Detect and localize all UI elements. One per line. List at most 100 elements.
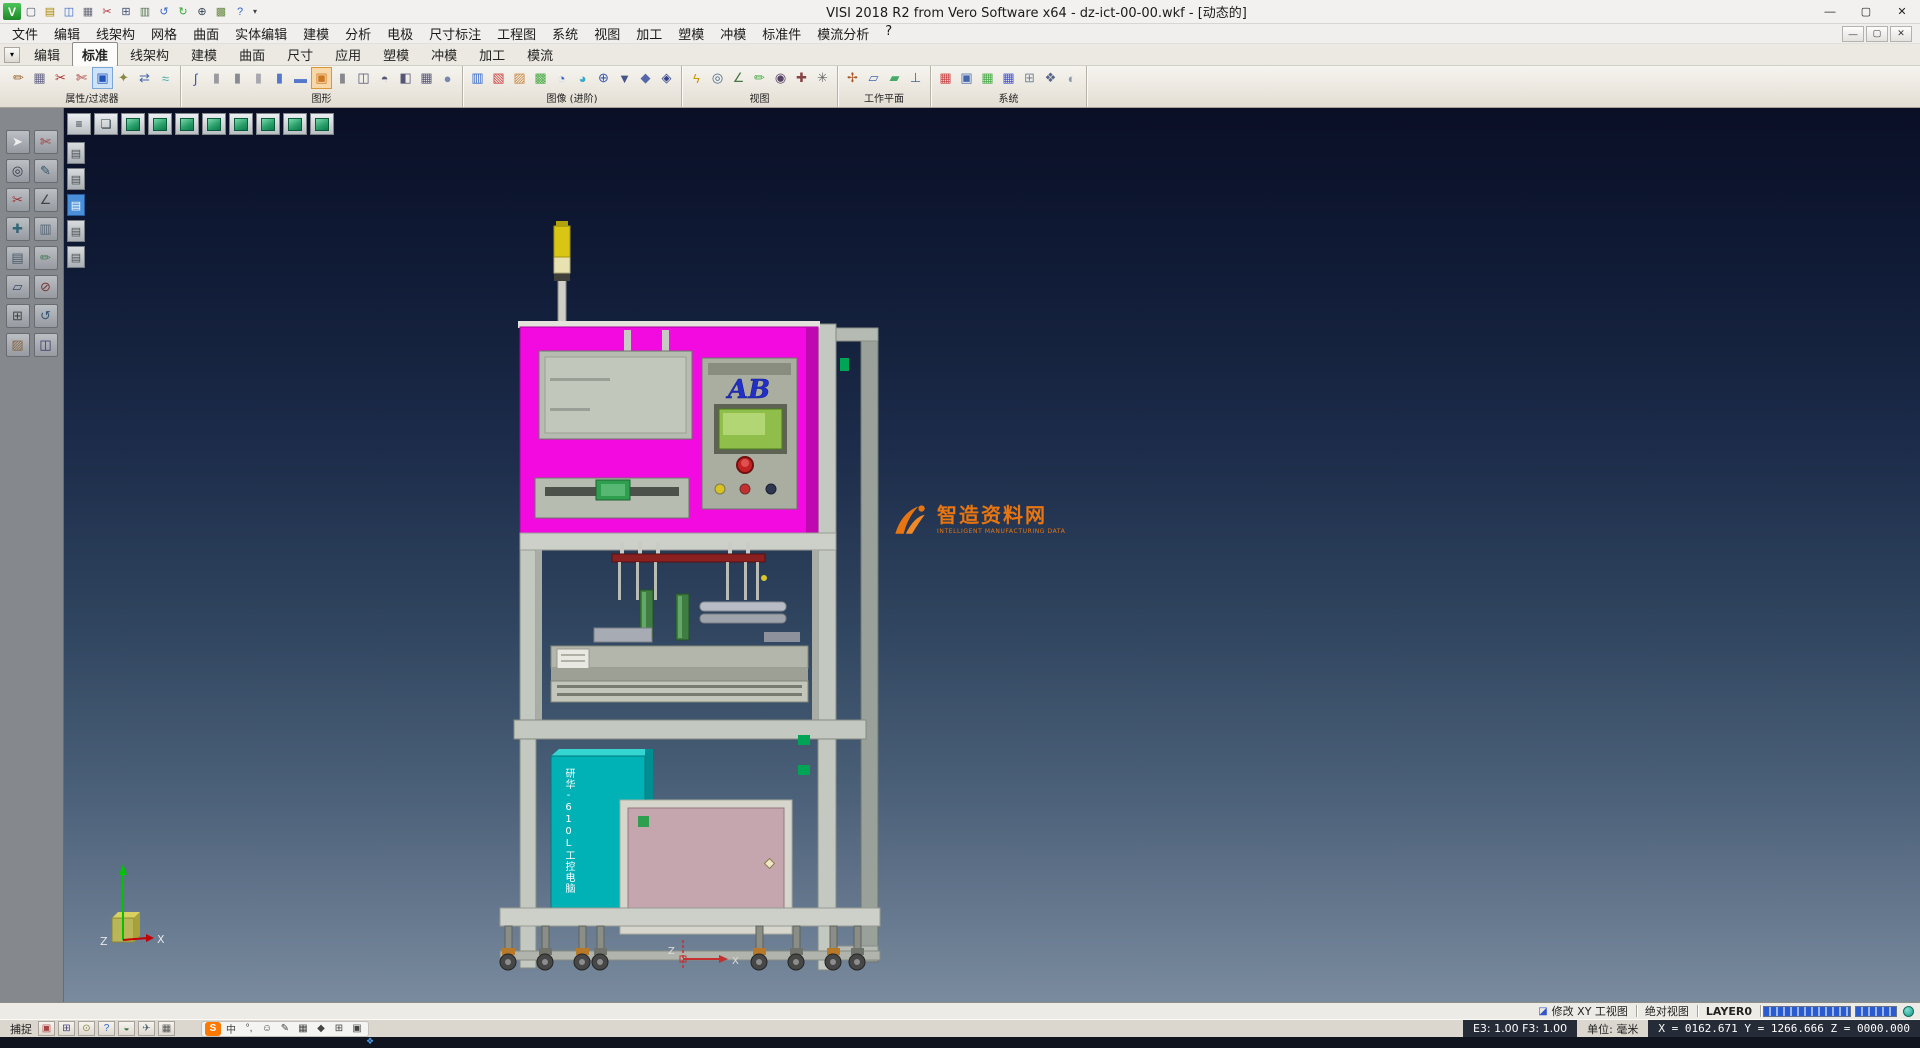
section-box-icon[interactable]: ◧ [395,67,416,89]
view-plane-label[interactable]: 修改 XY 工视图 [1552,1003,1628,1019]
copy-icon[interactable]: ⊞ [117,3,135,20]
shading-icon[interactable]: ▩ [530,67,551,89]
view-settings-icon[interactable]: ✳ [812,67,833,89]
layer-indicator[interactable]: LAYER0 [1698,1005,1760,1018]
gem-icon[interactable]: ◆ [635,67,656,89]
layers-icon[interactable]: ▤ [6,246,30,270]
trim-icon[interactable]: ✂ [6,188,30,212]
ime-pen-icon[interactable]: ✎ [277,1022,293,1036]
help-cursor-icon[interactable]: ? [98,1021,115,1036]
clipboard-active-icon[interactable]: ▤ [67,194,85,216]
filter-swap-icon[interactable]: ⇄ [134,67,155,89]
attribute-copy-icon[interactable]: ▦ [29,67,50,89]
add-grid-icon[interactable]: ⊞ [1019,67,1040,89]
menu-item[interactable]: 加工 [628,23,670,44]
ime-grid-icon[interactable]: ⊞ [331,1022,347,1036]
keyboard-icon[interactable]: ▦ [158,1021,175,1036]
sphere-gray-icon[interactable]: ◐ [1061,67,1082,89]
select-icon[interactable]: ➤ [6,130,30,154]
eye-icon[interactable]: ◉ [770,67,791,89]
menu-item[interactable]: 建模 [295,23,337,44]
tab[interactable]: 加工 [469,42,515,67]
clipboard-list-icon[interactable]: ▤ [67,220,85,242]
menu-item[interactable]: 编辑 [46,23,88,44]
spin-view-icon[interactable]: ◕ [572,67,593,89]
menu-item[interactable]: 冲模 [712,23,754,44]
normal-plane-icon[interactable]: ⊥ [905,67,926,89]
viewport[interactable]: AB [64,108,1920,1002]
shaded-view-icon[interactable]: ▣ [311,67,332,89]
annotate-icon[interactable]: ✏ [749,67,770,89]
target-icon[interactable]: ◎ [707,67,728,89]
view-cube-left-icon[interactable] [229,113,253,135]
green-grid-icon[interactable]: ▦ [977,67,998,89]
menu-item[interactable]: 视图 [586,23,628,44]
track-icon[interactable]: ◒ [118,1021,135,1036]
filter-trim-icon[interactable]: ✄ [71,67,92,89]
camera-icon[interactable]: ▣ [956,67,977,89]
sheet-icon[interactable]: ▥ [34,217,58,241]
open-file-icon[interactable]: ▤ [41,3,59,20]
quad-icon[interactable]: ❖ [1040,67,1061,89]
print-icon[interactable]: ▦ [79,3,97,20]
osnap-icon[interactable]: ▣ [38,1021,55,1036]
ime-shield-icon[interactable]: ◆ [313,1022,329,1036]
cylinder-3-icon[interactable]: ▮ [248,67,269,89]
sketch-icon[interactable]: ✎ [34,159,58,183]
ime-mode-chinese[interactable]: 中 [223,1022,239,1036]
curve-icon[interactable]: ∫ [185,67,206,89]
transform-icon[interactable]: ✚ [6,217,30,241]
render-mode-icon[interactable]: ▥ [467,67,488,89]
minimize-button[interactable]: — [1812,0,1848,24]
zoom-extents-icon[interactable]: ⊕ [593,67,614,89]
snap-label[interactable]: 捕捉 [0,1021,38,1037]
erase-icon[interactable]: ⊘ [34,275,58,299]
bar-icon[interactable]: ▬ [290,67,311,89]
zoom-icon[interactable]: ◎ [6,159,30,183]
layers-icon[interactable]: ▩ [212,3,230,20]
system-grid-icon[interactable]: ▦ [935,67,956,89]
rod-icon[interactable]: ▮ [269,67,290,89]
clipboard-extra-icon[interactable]: ▤ [67,246,85,268]
blue-grid-icon[interactable]: ▦ [998,67,1019,89]
toolbar-options-dropdown-icon[interactable]: ▾ [249,7,261,16]
workplane-active-icon[interactable]: ▰ [884,67,905,89]
undo-icon[interactable]: ↺ [34,304,58,328]
view-cube-back-icon[interactable] [256,113,280,135]
close-button[interactable]: ✕ [1884,0,1920,24]
help-icon[interactable]: ? [231,3,249,20]
crosshair-icon[interactable]: ✚ [791,67,812,89]
tab[interactable]: 线架构 [120,42,179,67]
angle-icon[interactable]: ∠ [34,188,58,212]
clipboard-attrs-icon[interactable]: ▤ [67,142,85,164]
mesh-box-icon[interactable]: ▦ [416,67,437,89]
menu-item[interactable]: 文件 [4,23,46,44]
sogou-logo[interactable]: S [205,1022,221,1036]
menu-item[interactable]: 网格 [143,23,185,44]
tab[interactable]: 标准 [72,42,118,67]
palette-icon[interactable]: ▨ [6,333,30,357]
ime-emoji-icon[interactable]: ☺ [259,1022,275,1036]
ime-keyboard-icon[interactable]: ▦ [295,1022,311,1036]
view-cube-right-icon[interactable] [202,113,226,135]
undo-icon[interactable]: ↺ [155,3,173,20]
menu-item[interactable]: 系统 [544,23,586,44]
save-file-icon[interactable]: ◫ [60,3,78,20]
tab[interactable]: 编辑 [24,42,70,67]
filter-star-icon[interactable]: ✦ [113,67,134,89]
workplane-icon[interactable]: ▱ [863,67,884,89]
draw-icon[interactable]: ✏ [34,246,58,270]
menu-item[interactable]: 标准件 [754,23,809,44]
ortho-icon[interactable]: ⊙ [78,1021,95,1036]
tab[interactable]: 曲面 [229,42,275,67]
cylinder-icon[interactable]: ▮ [206,67,227,89]
tab[interactable]: 模流 [517,42,563,67]
filter-active-icon[interactable]: ▣ [92,67,113,89]
tab[interactable]: 应用 [325,42,371,67]
angle-measure-icon[interactable]: ∠ [728,67,749,89]
mdi-restore-button[interactable]: ▢ [1866,26,1888,42]
menu-item[interactable]: 塑模 [670,23,712,44]
menu-item[interactable]: 线架构 [88,23,143,44]
view-cube-iso-icon[interactable] [121,113,145,135]
fly-mode-icon[interactable]: ✈ [138,1021,155,1036]
